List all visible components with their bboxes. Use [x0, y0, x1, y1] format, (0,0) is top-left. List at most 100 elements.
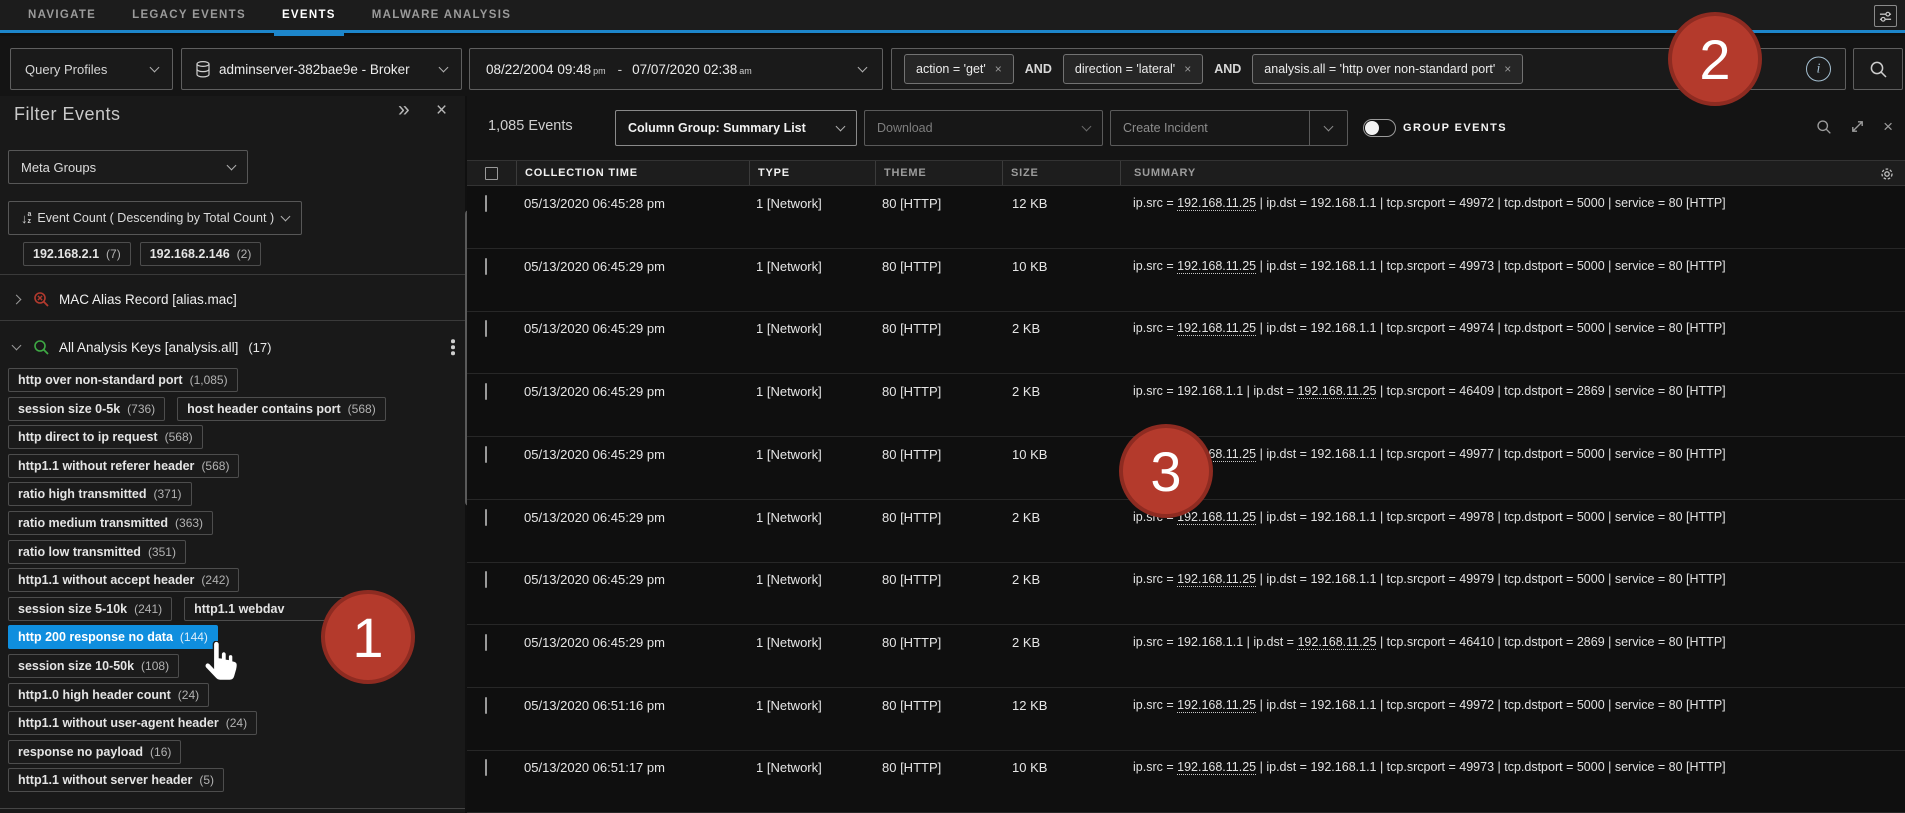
row-checkbox[interactable] [485, 633, 487, 651]
group-events-toggle[interactable] [1363, 119, 1396, 137]
highlighted-ip-value[interactable]: 192.168.11.25 [1297, 384, 1377, 400]
chevron-down-icon [226, 160, 237, 170]
annotation-badge-3: 3 [1119, 424, 1213, 518]
meta-value-chip[interactable]: session size 10-50k (108) [8, 654, 180, 678]
meta-value-chip[interactable]: http over non-standard port (1,085) [8, 368, 238, 392]
remove-filter-icon[interactable]: × [1504, 62, 1511, 76]
meta-value-chip[interactable]: ratio low transmitted (351) [8, 539, 186, 564]
create-incident-dropdown[interactable]: Create Incident [1110, 110, 1348, 146]
row-checkbox[interactable] [485, 696, 487, 714]
meta-groups-dropdown[interactable]: Meta Groups [8, 150, 248, 184]
event-table-row[interactable]: 05/13/2020 06:45:29 pm 1 [Network] 80 [H… [467, 311, 1905, 375]
close-panel-icon[interactable]: × [436, 100, 447, 122]
time-range-start: 08/22/2004 09:48 [486, 61, 592, 77]
row-checkbox[interactable] [485, 383, 487, 401]
row-checkbox[interactable] [485, 257, 487, 275]
chevron-down-icon [1323, 121, 1334, 131]
row-checkbox[interactable] [485, 445, 487, 463]
highlighted-ip-value[interactable]: 192.168.11.25 [1297, 634, 1377, 650]
select-all-checkbox[interactable] [485, 166, 498, 180]
highlighted-ip-value[interactable]: 192.168.11.25 [1177, 572, 1257, 588]
meta-value-chip[interactable]: ratio medium transmitted (363) [8, 511, 214, 535]
filter-events-panel: Filter Events » × Meta Groups ↓ a z Event … [0, 96, 465, 813]
close-events-icon[interactable]: × [1883, 118, 1893, 135]
run-query-button[interactable] [1853, 48, 1903, 90]
highlighted-ip-value[interactable]: 192.168.11.25 [1177, 321, 1257, 337]
row-checkbox[interactable] [485, 759, 487, 777]
meta-value-chip[interactable]: 192.168.2.1 (7) [23, 242, 131, 266]
row-checkbox[interactable] [485, 571, 487, 589]
event-table-row[interactable]: 05/13/2020 06:45:29 pm 1 [Network] 80 [H… [467, 562, 1905, 626]
search-events-icon[interactable] [1816, 119, 1832, 135]
meta-key-group-label: All Analysis Keys [analysis.all] [59, 339, 239, 355]
service-selector-dropdown[interactable]: adminserver-382bae9e - Broker [181, 48, 462, 90]
nav-tab-events[interactable]: EVENTS [273, 0, 344, 37]
meta-value-chip[interactable]: session size 5-10k (241) [8, 596, 173, 621]
cell-type: 1 [Network] [756, 384, 822, 400]
remove-filter-icon[interactable]: × [995, 62, 1002, 76]
meta-value-chip-selected[interactable]: http 200 response no data (144) [8, 625, 218, 650]
create-incident-chevron[interactable] [1309, 111, 1347, 145]
row-checkbox[interactable] [485, 508, 487, 526]
meta-value-chip[interactable]: http1.0 high header count (24) [8, 682, 210, 707]
highlighted-ip-value[interactable]: 192.168.11.25 [1177, 697, 1257, 713]
query-filter-pill[interactable]: direction = 'lateral' × [1062, 54, 1204, 84]
download-dropdown[interactable]: Download [864, 110, 1103, 146]
cell-theme: 80 [HTTP] [882, 634, 942, 650]
column-header-theme[interactable]: THEME [875, 161, 1002, 185]
collapse-panel-icon[interactable]: » [398, 98, 410, 122]
meta-key-group-analysis-all[interactable]: All Analysis Keys [analysis.all] (17) [0, 332, 465, 362]
highlighted-ip-value[interactable]: 192.168.11.25 [1177, 196, 1257, 211]
highlighted-ip-value[interactable]: 192.168.11.25 [1177, 760, 1257, 776]
query-info-icon[interactable]: i [1806, 56, 1831, 82]
remove-filter-icon[interactable]: × [1184, 62, 1191, 76]
column-header-size[interactable]: SIZE [1002, 161, 1120, 185]
meta-value-chip[interactable]: http1.1 without user-agent header (24) [8, 711, 258, 736]
meta-value-chip[interactable]: http1.1 without referer header (568) [8, 453, 240, 478]
cell-collection-time: 05/13/2020 06:51:16 pm [524, 697, 665, 713]
event-table-row[interactable]: 05/13/2020 06:51:17 pm 1 [Network] 80 [H… [467, 750, 1905, 813]
chevron-right-icon[interactable] [11, 294, 22, 304]
column-group-dropdown[interactable]: Column Group: Summary List [615, 110, 857, 146]
query-filter-pill[interactable]: analysis.all = 'http over non-standard p… [1252, 54, 1524, 84]
event-table-row[interactable]: 05/13/2020 06:45:29 pm 1 [Network] 80 [H… [467, 249, 1905, 312]
column-header-type[interactable]: TYPE [749, 161, 875, 185]
cell-size: 12 KB [1012, 196, 1048, 211]
meta-value-chip[interactable]: http direct to ip request (568) [8, 425, 203, 450]
meta-value-chip[interactable]: ratio high transmitted (371) [8, 482, 192, 507]
expand-panel-icon[interactable] [1850, 119, 1865, 134]
column-header-summary[interactable]: SUMMARY [1120, 161, 1905, 185]
right-panel-toggle-button[interactable] [1874, 5, 1897, 27]
nav-tab-navigate[interactable]: NAVIGATE [28, 0, 96, 30]
chevron-down-icon[interactable] [11, 340, 22, 351]
event-table-row[interactable]: 05/13/2020 06:45:29 pm 1 [Network] 80 [H… [467, 625, 1905, 688]
row-checkbox[interactable] [485, 195, 487, 212]
column-header-collection-time[interactable]: COLLECTION TIME [516, 161, 749, 185]
nav-tab-malware-analysis[interactable]: MALWARE ANALYSIS [372, 0, 511, 30]
meta-key-group-label: MAC Alias Record [alias.mac] [59, 291, 237, 307]
meta-value-chip[interactable]: http1.1 without server header (5) [8, 768, 225, 793]
row-checkbox[interactable] [485, 320, 487, 338]
cell-collection-time: 05/13/2020 06:45:29 pm [524, 446, 665, 462]
meta-key-group-mac-alias[interactable]: MAC Alias Record [alias.mac] [0, 284, 465, 314]
cell-collection-time: 05/13/2020 06:45:29 pm [524, 572, 665, 588]
meta-value-label: http1.1 without server header [18, 773, 193, 788]
meta-value-chip[interactable]: session size 0-5k (736) [8, 396, 166, 421]
time-range-dropdown[interactable]: 08/22/2004 09:48 pm - 07/07/2020 02:38 a… [469, 48, 883, 90]
query-profiles-dropdown[interactable]: Query Profiles [10, 48, 173, 90]
event-table-row[interactable]: 05/13/2020 06:51:16 pm 1 [Network] 80 [H… [467, 688, 1905, 751]
event-table-row[interactable]: 05/13/2020 06:45:28 pm 1 [Network] 80 [H… [467, 186, 1905, 249]
group-options-menu-icon[interactable] [449, 337, 457, 357]
nav-tab-legacy-events[interactable]: LEGACY EVENTS [132, 0, 246, 30]
query-filter-pill[interactable]: action = 'get' × [904, 54, 1014, 84]
meta-value-count: (24) [177, 687, 200, 702]
meta-value-label: ratio low transmitted [18, 544, 141, 559]
table-settings-gear-icon[interactable] [1879, 166, 1895, 187]
meta-value-chip[interactable]: http1.1 without accept header (242) [8, 568, 240, 593]
highlighted-ip-value[interactable]: 192.168.11.25 [1177, 258, 1257, 274]
chevron-down-icon [1081, 121, 1092, 131]
meta-value-chip[interactable]: 192.168.2.146 (2) [139, 242, 262, 266]
meta-value-chip[interactable]: host header contains port (568) [177, 396, 386, 421]
meta-value-chip[interactable]: response no payload (16) [8, 739, 182, 764]
sort-order-dropdown[interactable]: ↓ a z Event Count ( Descending by Total Co… [8, 201, 302, 235]
